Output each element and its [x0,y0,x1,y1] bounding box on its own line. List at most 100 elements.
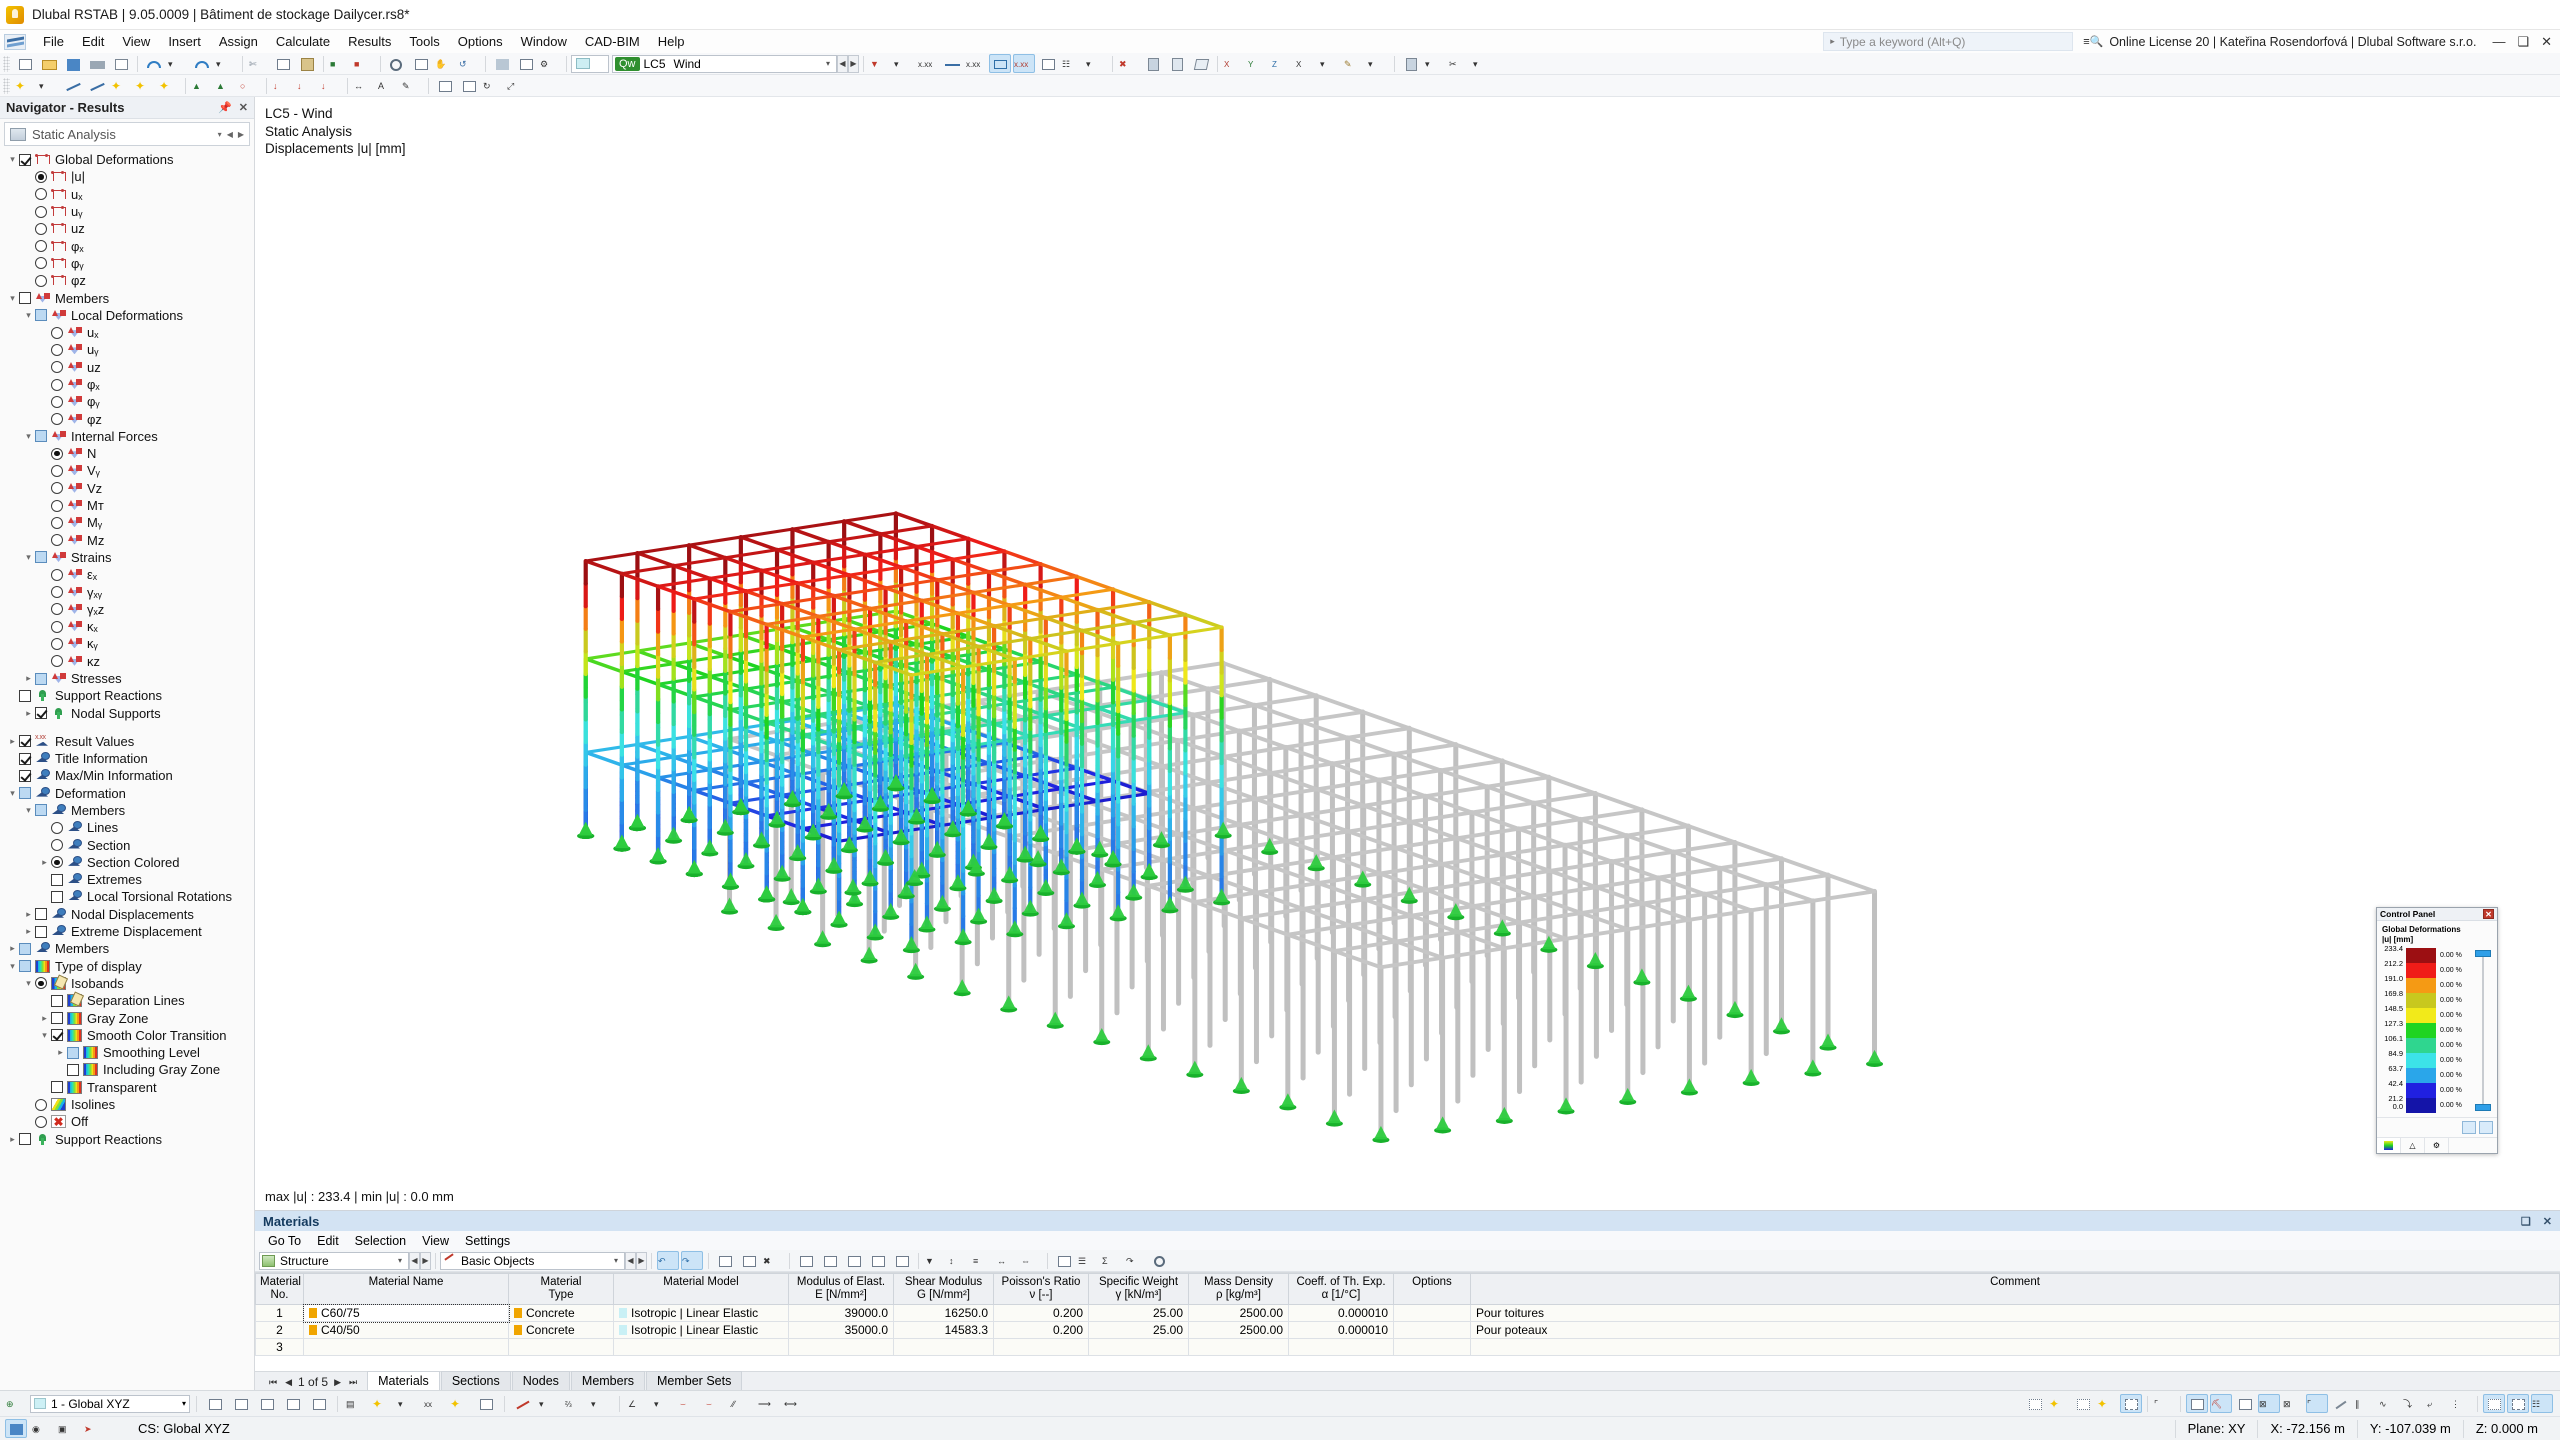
table-cell-rho[interactable]: 2500.00 [1188,1321,1289,1339]
chevron-right-icon[interactable]: ▸ [22,926,35,937]
tree-item[interactable]: ▸ Members [0,940,254,957]
chevron-down-icon[interactable]: ▾ [6,961,19,972]
tree-item[interactable]: ▾ Smooth Color Transition [0,1027,254,1044]
table-cell-gamma[interactable] [1088,1338,1189,1356]
guide-line-icon[interactable] [2330,1394,2352,1413]
legend-swatch[interactable] [2406,1023,2436,1038]
table-cell-type[interactable] [508,1338,614,1356]
tree-item[interactable]: · Vᴢ [0,480,254,497]
menu-tools[interactable]: Tools [400,32,448,51]
chevron-down-icon[interactable]: ▾ [22,431,35,442]
ortho2-icon[interactable]: ⌜ [2306,1394,2328,1413]
checkbox[interactable] [51,890,63,903]
radio-button[interactable] [51,499,63,512]
table-cell-name[interactable]: C40/50 [303,1321,509,1339]
ucs-delete-icon[interactable] [256,1394,278,1413]
tree-item[interactable]: ▾ Members [0,289,254,306]
result-dropdown-icon[interactable]: ▾ [1085,54,1107,73]
copy-move-icon[interactable] [434,76,456,95]
rotate-obj-icon[interactable]: ↻ [482,76,504,95]
tab-member-sets[interactable]: Member Sets [646,1371,743,1390]
tree-item[interactable]: · Title Information [0,750,254,767]
checkbox[interactable] [19,1133,31,1146]
object-snap-icon[interactable] [2234,1394,2256,1413]
guide-3-icon[interactable]: ∿ [2378,1394,2400,1413]
radio-button[interactable] [51,637,63,650]
tree-item[interactable]: · Mᵧ [0,514,254,531]
menu-insert[interactable]: Insert [159,32,210,51]
radio-button[interactable] [51,620,63,633]
checkbox[interactable] [51,873,63,886]
ucs-align-icon[interactable] [308,1394,330,1413]
angle-dropdown-icon[interactable]: ▾ [653,1394,675,1413]
radio-button[interactable] [35,1115,47,1128]
menu-window[interactable]: Window [512,32,576,51]
chevron-right-icon[interactable]: ▸ [6,1134,19,1145]
navigator-close-icon[interactable]: ✕ [239,101,248,114]
tree-item[interactable]: · Isolines [0,1096,254,1113]
table-insert-row-icon[interactable] [738,1251,760,1270]
menu-calculate[interactable]: Calculate [267,32,339,51]
navigator-pin-icon[interactable]: 📌 [218,101,232,114]
checkbox[interactable] [19,769,31,782]
radio-button[interactable] [35,274,47,287]
guide-parallel-icon[interactable]: ∥ [2354,1394,2376,1413]
table-cell-type[interactable]: Concrete [508,1304,614,1322]
table-cell-options[interactable] [1393,1338,1471,1356]
checkbox[interactable] [35,551,47,564]
tree-item[interactable]: · Mᴛ [0,497,254,514]
new-line-icon[interactable] [62,76,84,95]
plane-x-icon[interactable]: ✦ [371,1394,393,1413]
checkbox[interactable] [19,752,31,765]
checkbox[interactable] [35,430,47,443]
line-support-icon[interactable]: ▲ [215,76,237,95]
tree-item[interactable]: ▸ Support Reactions [0,1130,254,1147]
comment-icon[interactable]: ✎ [401,76,423,95]
cp-colors-icon[interactable] [2479,1121,2493,1134]
legend-swatch[interactable] [2406,993,2436,1008]
column-header[interactable]: Options [1393,1273,1471,1305]
legend-swatch[interactable] [2406,1068,2436,1083]
tab-materials[interactable]: Materials [367,1371,440,1390]
result-export-icon[interactable]: ☷ [1061,54,1083,73]
pan-icon[interactable]: ✋ [434,54,456,73]
radio-button[interactable] [35,188,47,201]
delete-results-icon[interactable]: ✖ [1118,54,1140,73]
tree-item[interactable]: · Separation Lines [0,992,254,1009]
legend-swatch[interactable] [2406,963,2436,978]
tree-item[interactable]: · uᴢ [0,220,254,237]
result-display-icon[interactable] [989,54,1011,73]
table-cell-name[interactable] [303,1338,509,1356]
column-header[interactable]: Poisson's Ratio ν [--] [993,1273,1089,1305]
column-header[interactable]: Shear Modulus G [N/mm²] [893,1273,994,1305]
menu-cad-bim[interactable]: CAD-BIM [576,32,649,51]
table-grid-icon[interactable] [714,1251,736,1270]
tab-sections[interactable]: Sections [440,1371,511,1390]
table-cell-rho[interactable] [1188,1338,1289,1356]
checkbox[interactable] [51,1029,63,1042]
tree-item[interactable]: · uᴢ [0,359,254,376]
render-mode-icon[interactable]: ✎ [1343,54,1365,73]
chevron-right-icon[interactable]: ▸ [6,736,19,747]
table-cell-no[interactable]: 1 [255,1304,304,1322]
checkbox[interactable] [35,707,47,720]
ucs-edit-icon[interactable] [230,1394,252,1413]
materials-grid[interactable]: Material No. Material Name Material Type Mat… [255,1272,2560,1371]
chevron-right-icon[interactable]: ▸ [22,708,35,719]
checkbox[interactable] [67,1046,79,1059]
table-cell-E[interactable] [788,1338,894,1356]
table-cell-nu[interactable]: 0.200 [993,1304,1089,1322]
open-file-icon[interactable] [38,54,60,73]
tree-item[interactable]: ▸ Smoothing Level [0,1044,254,1061]
status-axis-icon[interactable]: ➤ [83,1419,105,1438]
angle-icon[interactable]: ∠ [627,1394,649,1413]
view-xyz-icon[interactable]: X [1295,54,1317,73]
radio-button[interactable] [51,856,63,869]
display-tree[interactable]: ▸ Result Values · Title Information · Max/Min… [0,731,254,1390]
plane-x-dropdown-icon[interactable]: ▾ [397,1394,419,1413]
legend-swatch[interactable] [2406,1053,2436,1068]
table-delete-row-icon[interactable]: ✖ [762,1251,784,1270]
pager-next-icon[interactable]: ▶ [332,1377,343,1388]
calculate-icon[interactable]: ■ [329,54,351,73]
combo-next-icon[interactable]: ▶ [238,130,244,139]
